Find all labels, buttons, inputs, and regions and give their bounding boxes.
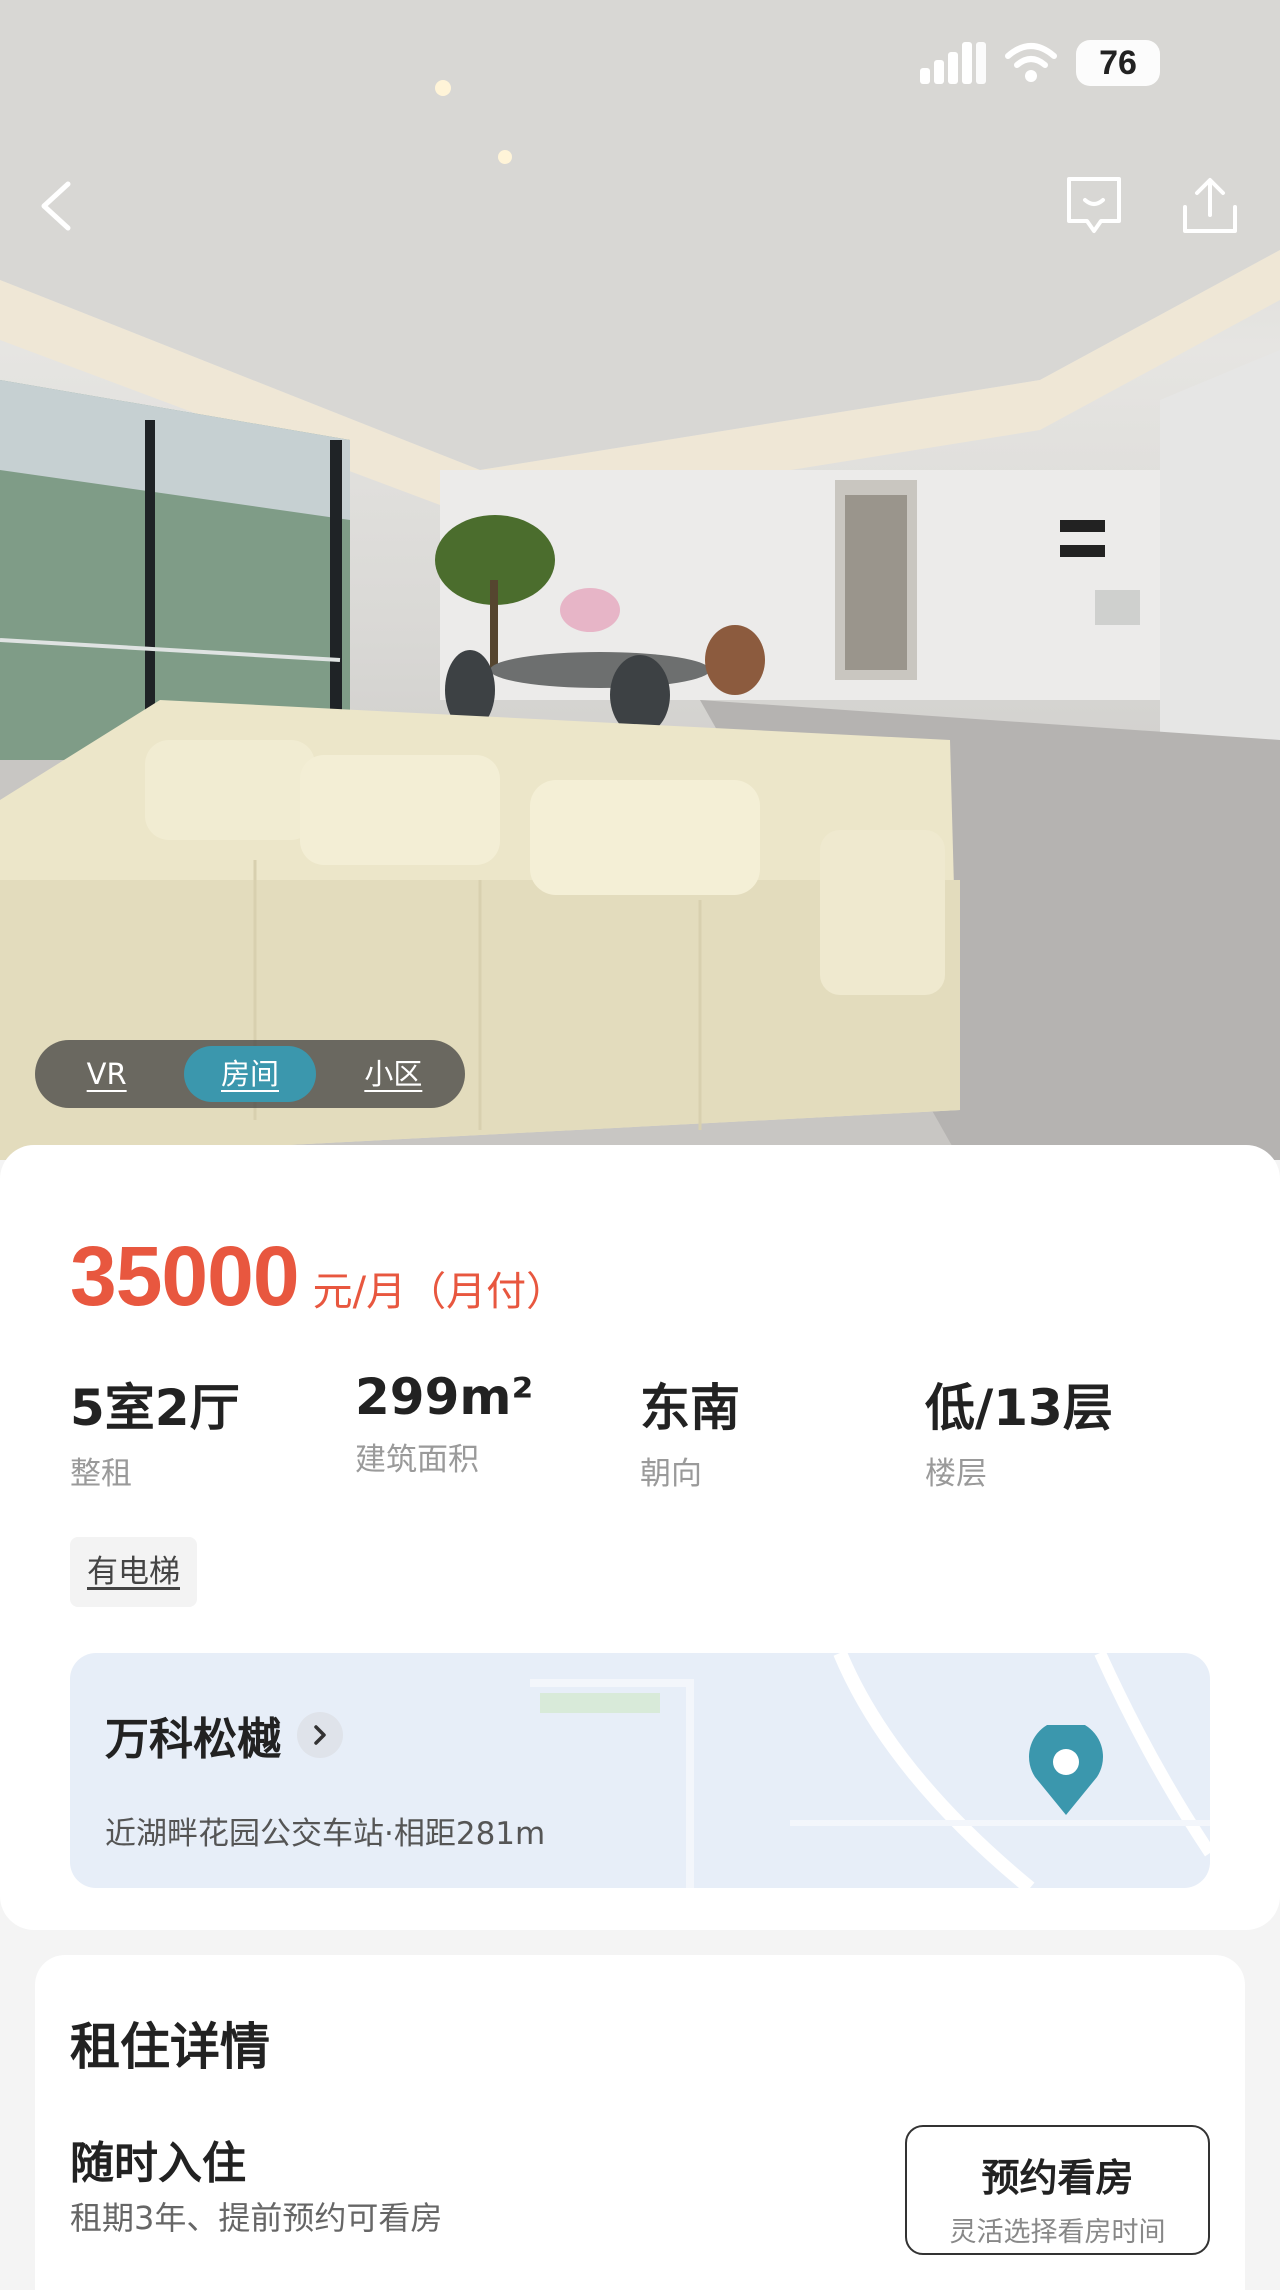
tab-community[interactable]: 小区	[328, 1046, 459, 1102]
stat-label: 楼层	[925, 1456, 987, 1492]
move-in-status: 随时入住	[70, 2138, 246, 2189]
tab-vr[interactable]: VR	[41, 1046, 172, 1102]
chat-bubble-icon	[1067, 177, 1121, 233]
listing-photo[interactable]: 76 VR 房间 小区	[0, 0, 1280, 1160]
book-viewing-button[interactable]: 预约看房 灵活选择看房时间	[905, 2125, 1210, 2255]
tab-room[interactable]: 房间	[184, 1046, 316, 1102]
stat-label: 朝向	[640, 1456, 702, 1492]
status-bar: 76	[920, 40, 1160, 86]
community-link[interactable]: 万科松樾	[105, 1703, 343, 1767]
wifi-icon	[1005, 43, 1057, 82]
lease-info: 租期3年、提前预约可看房	[70, 2199, 443, 2237]
back-button[interactable]	[18, 168, 94, 244]
stat-label: 建筑面积	[355, 1442, 479, 1478]
price-row: 35000 元/月（月付）	[70, 1228, 566, 1325]
map-pin-icon	[1029, 1725, 1103, 1815]
section-title: 租住详情	[70, 2018, 270, 2076]
media-view-tabs: VR 房间 小区	[35, 1040, 465, 1108]
rent-price-unit: 元/月（月付）	[312, 1269, 567, 1315]
stat-value: 5室2厅	[70, 1379, 240, 1437]
book-viewing-title: 预约看房	[981, 2156, 1134, 2200]
book-viewing-subtitle: 灵活选择看房时间	[949, 2217, 1166, 2248]
stat-value: 299m²	[355, 1368, 534, 1426]
community-name: 万科松樾	[105, 1714, 281, 1765]
chevron-left-icon	[41, 181, 71, 231]
rental-details-card: 租住详情 随时入住 租期3年、提前预约可看房 预约看房 灵活选择看房时间	[35, 1955, 1245, 2290]
share-icon	[1183, 178, 1237, 233]
stat-layout: 5室2厅 整租	[70, 1368, 355, 1493]
feature-tag-elevator[interactable]: 有电梯	[70, 1537, 197, 1607]
stat-orientation: 东南 朝向	[640, 1368, 925, 1493]
signal-icon	[920, 42, 986, 84]
rent-price: 35000	[70, 1229, 300, 1323]
share-button[interactable]	[1172, 168, 1248, 244]
stat-area: 299m² 建筑面积	[355, 1368, 640, 1493]
stat-value: 低/13层	[925, 1379, 1113, 1437]
transit-distance: 近湖畔花园公交车站·相距281m	[105, 1816, 546, 1852]
community-map-card[interactable]: 万科松樾 近湖畔花园公交车站·相距281m	[70, 1653, 1210, 1888]
property-stats: 5室2厅 整租 299m² 建筑面积 东南 朝向 低/13层 楼层	[70, 1368, 1210, 1493]
stat-value: 东南	[640, 1379, 740, 1437]
stat-floor: 低/13层 楼层	[925, 1368, 1210, 1493]
stat-label: 整租	[70, 1456, 132, 1492]
message-button[interactable]	[1056, 168, 1132, 244]
battery-indicator: 76	[1076, 40, 1160, 86]
chevron-right-icon	[297, 1712, 343, 1758]
